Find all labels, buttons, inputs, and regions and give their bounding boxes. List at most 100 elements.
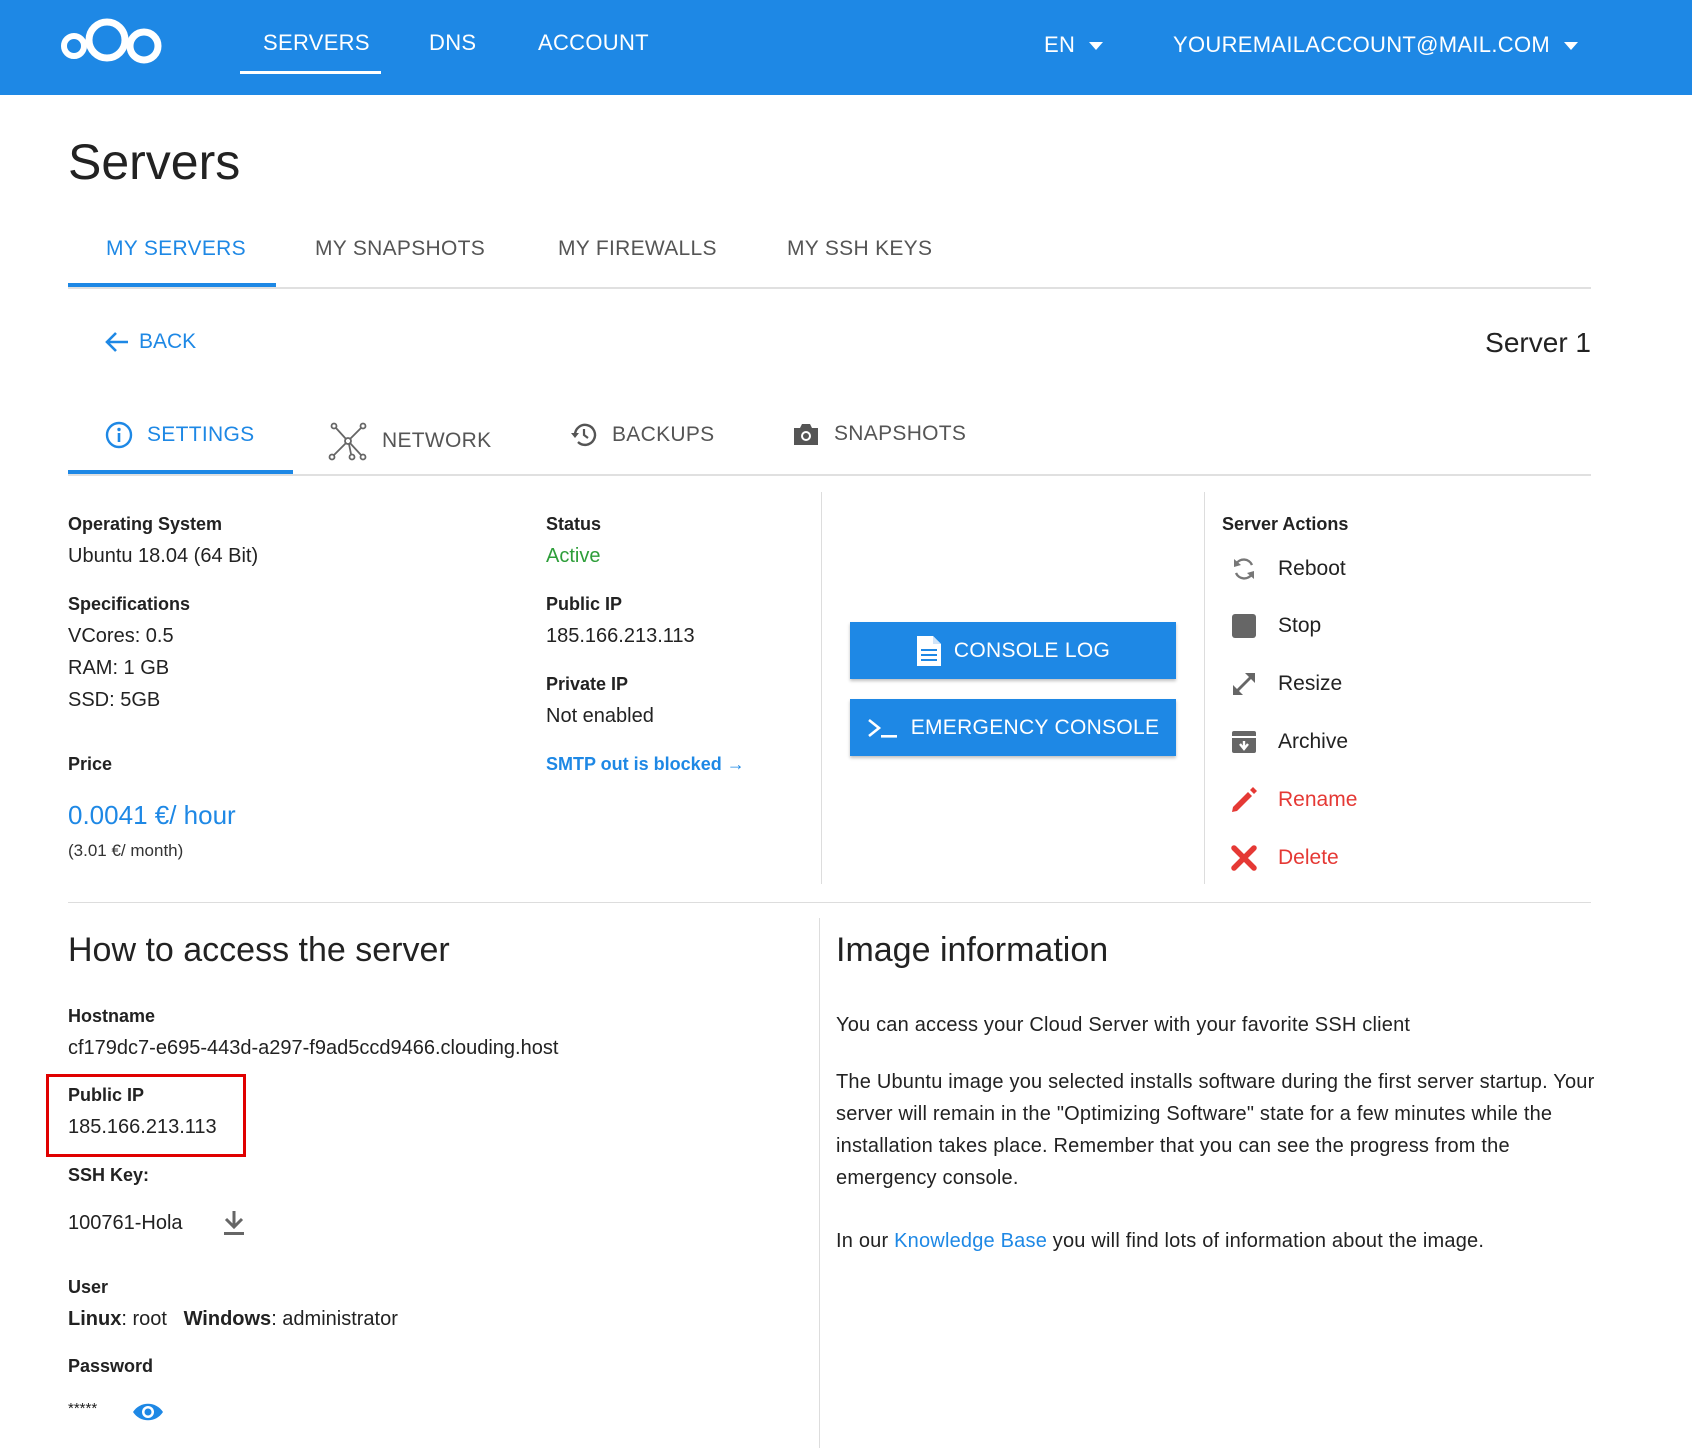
language-label: EN [1044,32,1076,57]
nav-account[interactable]: ACCOUNT [538,30,649,56]
kb-text-before: In our [836,1230,895,1252]
price-monthly: (3.01 €/ month) [68,841,184,860]
page-title: Servers [68,134,241,190]
back-button[interactable]: BACK [105,330,196,354]
spec-ram: RAM: 1 GB [68,657,170,679]
pencil-icon [1232,787,1257,812]
windows-key: Windows [183,1308,272,1330]
network-icon [328,422,367,461]
windows-value: : administrator [271,1308,398,1330]
logo-icon[interactable] [58,10,168,70]
section-divider [68,902,1591,903]
server-name: Server 1 [1485,327,1591,358]
eye-icon[interactable] [132,1401,164,1423]
subtab-snapshots-label: SNAPSHOTS [834,422,967,445]
spec-vcores: VCores: 0.5 [68,625,174,647]
spec-ssd: SSD: 5GB [68,689,161,711]
subtab-settings-label: SETTINGS [147,423,255,446]
subtab-snapshots[interactable]: SNAPSHOTS [792,421,966,447]
smtp-blocked-link[interactable]: SMTP out is blocked → [546,754,745,775]
resize-label: Resize [1278,672,1343,695]
resize-action[interactable]: Resize [1230,670,1342,698]
password-value: ***** [68,1400,98,1417]
password-label: Password [68,1356,154,1376]
nav-dns[interactable]: DNS [429,30,476,56]
hostname-label: Hostname [68,1006,156,1026]
archive-icon [1232,731,1256,753]
rename-action[interactable]: Rename [1230,786,1357,814]
refresh-icon [1234,558,1254,580]
private-ip-value: Not enabled [546,705,654,727]
os-label: Operating System [68,514,223,534]
arrow-left-icon [105,332,128,352]
subtab-active-indicator [68,470,293,474]
account-menu[interactable]: YOUREMAILACCOUNT@MAIL.COM [1173,32,1578,58]
stop-action[interactable]: Stop [1230,612,1321,640]
public-ip-value: 185.166.213.113 [546,625,695,647]
ssh-key-label: SSH Key: [68,1165,150,1185]
document-icon [916,635,941,666]
image-info-paragraph-3: In our Knowledge Base you will find lots… [836,1225,1616,1257]
access-section-title: How to access the server [68,931,450,969]
stop-icon [1232,614,1256,638]
reboot-action[interactable]: Reboot [1230,555,1346,583]
user-credentials: Linux: root Windows: administrator [68,1308,398,1331]
history-icon [571,423,597,447]
archive-action[interactable]: Archive [1230,728,1348,756]
tab-my-snapshots[interactable]: MY SNAPSHOTS [315,237,485,261]
os-value: Ubuntu 18.04 (64 Bit) [68,545,259,567]
tab-active-indicator [68,283,276,287]
subtab-network-label: NETWORK [382,429,492,452]
close-icon [1231,845,1257,871]
nav-active-indicator [240,71,381,74]
subtab-network[interactable]: NETWORK [328,421,491,461]
image-info-paragraph-1: You can access your Cloud Server with yo… [836,1014,1411,1036]
console-log-label: CONSOLE LOG [953,638,1111,662]
console-log-button[interactable]: CONSOLE LOG [850,622,1176,679]
actions-divider [1204,492,1205,884]
image-info-paragraph-2: The Ubuntu image you selected installs s… [836,1071,1595,1189]
image-info-title: Image information [836,931,1109,969]
subtab-settings[interactable]: SETTINGS [105,421,254,449]
top-navigation-bar: SERVERS DNS ACCOUNT EN YOUREMAILACCOUNT@… [0,0,1692,95]
emergency-console-button[interactable]: EMERGENCY CONSOLE [850,699,1176,756]
column-divider [821,492,822,884]
subtab-backups[interactable]: BACKUPS [570,421,714,449]
nav-servers[interactable]: SERVERS [263,30,370,56]
reboot-label: Reboot [1278,557,1346,580]
emergency-console-label: EMERGENCY CONSOLE [910,715,1160,739]
subtab-backups-label: BACKUPS [612,423,715,446]
rename-label: Rename [1278,788,1358,811]
delete-label: Delete [1278,846,1339,869]
terminal-icon [867,718,897,738]
server-actions-title: Server Actions [1222,514,1349,534]
kb-text-after: you will find lots of information about … [1047,1230,1485,1252]
tab-my-servers[interactable]: MY SERVERS [106,237,246,261]
tab-my-ssh-keys[interactable]: MY SSH KEYS [787,237,932,261]
specifications-label: Specifications [68,594,191,614]
public-ip-highlight [46,1074,246,1157]
hostname-value: cf179dc7-e695-443d-a297-f9ad5ccd9466.clo… [68,1037,559,1059]
ssh-key-value: 100761-Hola [68,1212,183,1234]
back-label: BACK [139,330,197,353]
private-ip-label: Private IP [546,674,629,694]
knowledge-base-link[interactable]: Knowledge Base [894,1230,1047,1252]
subtabs-divider [68,474,1591,476]
delete-action[interactable]: Delete [1230,844,1339,872]
status-label: Status [546,514,602,534]
chevron-down-icon [1563,42,1578,51]
price-label: Price [68,754,113,774]
language-selector[interactable]: EN [1044,32,1104,58]
chevron-down-icon [1089,42,1104,51]
archive-label: Archive [1278,730,1349,753]
resize-icon [1233,673,1255,695]
user-label: User [68,1277,109,1297]
camera-icon [794,424,818,445]
info-icon [105,421,133,449]
status-badge: Active [546,545,601,567]
stop-label: Stop [1278,614,1322,637]
tab-my-firewalls[interactable]: MY FIREWALLS [558,237,717,261]
download-icon[interactable] [222,1210,246,1236]
account-email: YOUREMAILACCOUNT@MAIL.COM [1173,32,1550,57]
linux-value: : root [121,1308,167,1330]
